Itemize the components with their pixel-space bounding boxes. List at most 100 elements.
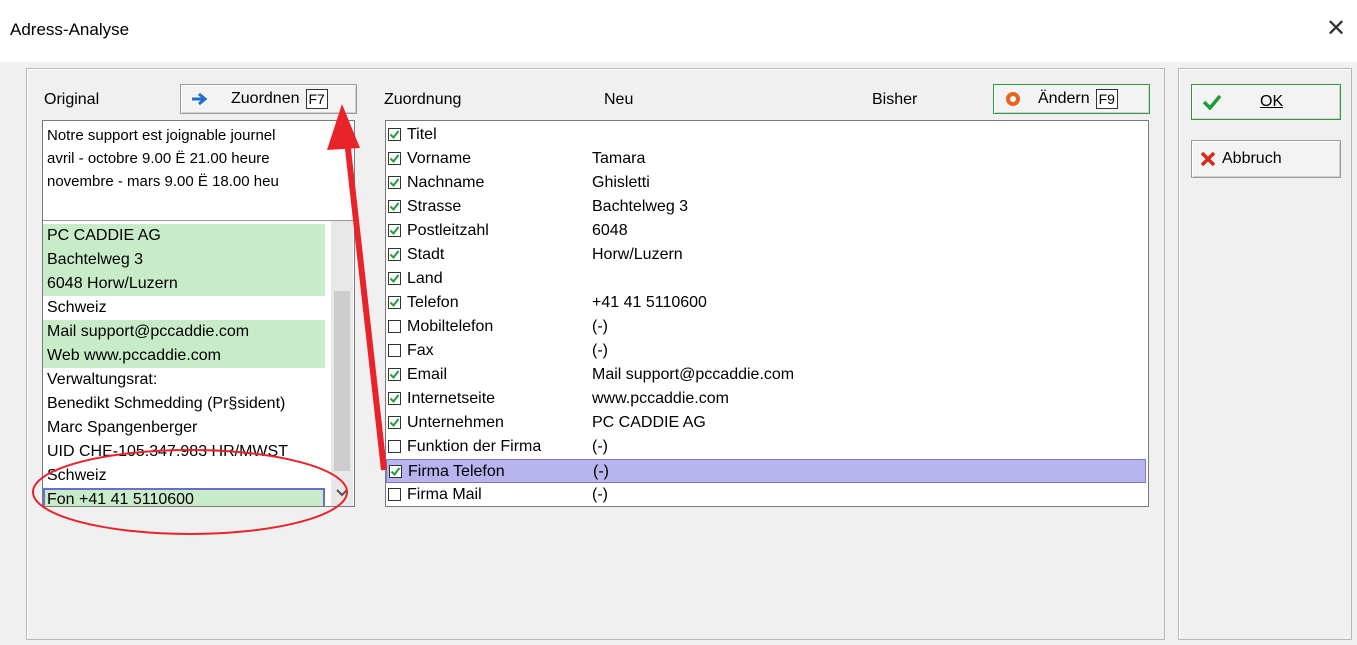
original-line[interactable]: PC CADDIE AG [43, 224, 325, 248]
checkbox-checked[interactable] [388, 392, 401, 405]
assign-button[interactable]: Zuordnen F7 [180, 84, 357, 114]
change-button-label: Ändern [1038, 90, 1090, 107]
mapping-row[interactable]: Telefon +41 41 5110600 [386, 291, 1146, 315]
checkbox-checked[interactable] [388, 176, 401, 189]
close-icon[interactable]: ✕ [1321, 14, 1351, 44]
assign-button-label: Zuordnen [231, 90, 300, 107]
original-line[interactable]: Verwaltungsrat: [43, 368, 325, 392]
checkbox-unchecked[interactable] [388, 344, 401, 357]
title-bar: Adress-Analyse ✕ [0, 0, 1357, 62]
checkbox-checked[interactable] [388, 200, 401, 213]
mapping-row[interactable]: Titel [386, 123, 1146, 147]
previous-header: Bisher [872, 91, 918, 108]
field-name: Titel [407, 126, 437, 143]
field-new-value: +41 41 5110600 [592, 294, 707, 311]
mapping-row[interactable]: Strasse Bachtelweg 3 [386, 195, 1146, 219]
original-line[interactable]: 6048 Horw/Luzern [43, 272, 325, 296]
field-new-value: Mail support@pccaddie.com [592, 366, 795, 383]
checkbox-unchecked[interactable] [388, 488, 401, 501]
checkbox-checked[interactable] [388, 152, 401, 165]
checkbox-checked[interactable] [388, 416, 401, 429]
field-name: Vorname [407, 150, 472, 167]
mapping-row[interactable]: Firma Telefon (-) [386, 459, 1146, 483]
original-line[interactable]: UID CHE-105.347.983 HR/MWST [43, 440, 325, 464]
new-header: Neu [604, 91, 634, 108]
freetext-line: Notre support est joignable journel [47, 127, 276, 144]
mapping-row[interactable]: Mobiltelefon (-) [386, 315, 1146, 339]
field-new-value: (-) [592, 318, 608, 335]
checkmark-icon [1202, 94, 1222, 110]
field-new-value: PC CADDIE AG [592, 414, 706, 431]
field-new-value: 6048 [592, 222, 628, 239]
field-name: Stadt [407, 246, 445, 263]
mapping-row[interactable]: Stadt Horw/Luzern [386, 243, 1146, 267]
checkbox-checked[interactable] [388, 128, 401, 141]
mapping-list[interactable]: Titel Vorname Tamara Nachname Ghisletti Stras… [385, 120, 1149, 507]
checkbox-checked[interactable] [388, 272, 401, 285]
change-button[interactable]: Ändern F9 [993, 84, 1150, 114]
original-header: Original [44, 91, 100, 108]
original-line[interactable]: Bachtelweg 3 [43, 248, 325, 272]
checkbox-unchecked[interactable] [388, 440, 401, 453]
field-new-value: www.pccaddie.com [592, 390, 729, 407]
field-new-value: (-) [592, 438, 608, 455]
field-name: Postleitzahl [407, 222, 489, 239]
original-line[interactable]: Schweiz [43, 464, 325, 488]
ok-button[interactable]: OK [1191, 84, 1341, 120]
field-name: Unternehmen [407, 414, 504, 431]
original-line[interactable]: Fon +41 41 5110600 [43, 488, 325, 506]
mapping-row[interactable]: Internetseite www.pccaddie.com [386, 387, 1146, 411]
cancel-button-label: Abbruch [1222, 150, 1282, 167]
mapping-row[interactable]: Fax (-) [386, 339, 1146, 363]
scrollbar-thumb[interactable] [334, 291, 350, 471]
field-name: Internetseite [407, 390, 496, 407]
field-new-value: Ghisletti [592, 174, 650, 191]
mapping-row[interactable]: Postleitzahl 6048 [386, 219, 1146, 243]
checkbox-checked[interactable] [388, 296, 401, 309]
field-name: Email [407, 366, 448, 383]
checkbox-checked[interactable] [388, 248, 401, 261]
cancel-button[interactable]: Abbruch [1191, 140, 1341, 178]
checkbox-checked[interactable] [388, 368, 401, 381]
field-new-value: Tamara [592, 150, 646, 167]
x-icon [1200, 151, 1216, 167]
original-line[interactable]: Marc Spangenberger [43, 416, 325, 440]
arrow-right-icon [191, 92, 209, 106]
field-name: Land [407, 270, 443, 287]
original-freetext: Notre support est joignable journel avri… [43, 121, 354, 221]
checkbox-checked[interactable] [389, 465, 402, 478]
field-name: Fax [407, 342, 434, 359]
field-new-value: (-) [593, 463, 609, 480]
assign-button-key: F7 [305, 89, 328, 109]
original-line[interactable]: Web www.pccaddie.com [43, 344, 325, 368]
original-text-box[interactable]: Notre support est joignable journel avri… [42, 120, 355, 507]
mapping-row[interactable]: Land [386, 267, 1146, 291]
ok-button-label: OK [1260, 93, 1284, 110]
field-name: Strasse [407, 198, 462, 215]
mapping-row[interactable]: Funktion der Firma (-) [386, 435, 1146, 459]
field-name: Nachname [407, 174, 485, 191]
mapping-row[interactable]: Vorname Tamara [386, 147, 1146, 171]
original-scrollbar[interactable] [331, 221, 353, 506]
original-line[interactable]: Mail support@pccaddie.com [43, 320, 325, 344]
checkbox-unchecked[interactable] [388, 320, 401, 333]
change-button-key: F9 [1095, 89, 1118, 109]
mapping-row[interactable]: Unternehmen PC CADDIE AG [386, 411, 1146, 435]
mapping-row[interactable]: Firma Mail (-) [386, 483, 1146, 506]
field-name: Firma Telefon [408, 463, 505, 480]
window-title: Adress-Analyse [10, 20, 130, 39]
chevron-down-icon[interactable] [336, 484, 348, 502]
field-new-value: Horw/Luzern [592, 246, 683, 263]
assignment-header: Zuordnung [384, 91, 462, 108]
field-new-value: (-) [592, 342, 608, 359]
field-name: Firma Mail [407, 486, 482, 503]
field-name: Mobiltelefon [407, 318, 494, 335]
mapping-row[interactable]: Nachname Ghisletti [386, 171, 1146, 195]
original-line[interactable]: Benedikt Schmedding (Pr§sident) [43, 392, 325, 416]
field-new-value: Bachtelweg 3 [592, 198, 689, 215]
mapping-row[interactable]: Email Mail support@pccaddie.com [386, 363, 1146, 387]
freetext-line: novembre - mars 9.00 Ë 18.00 heu [47, 173, 279, 190]
original-line[interactable]: Schweiz [43, 296, 325, 320]
field-name: Funktion der Firma [407, 438, 542, 455]
checkbox-checked[interactable] [388, 224, 401, 237]
